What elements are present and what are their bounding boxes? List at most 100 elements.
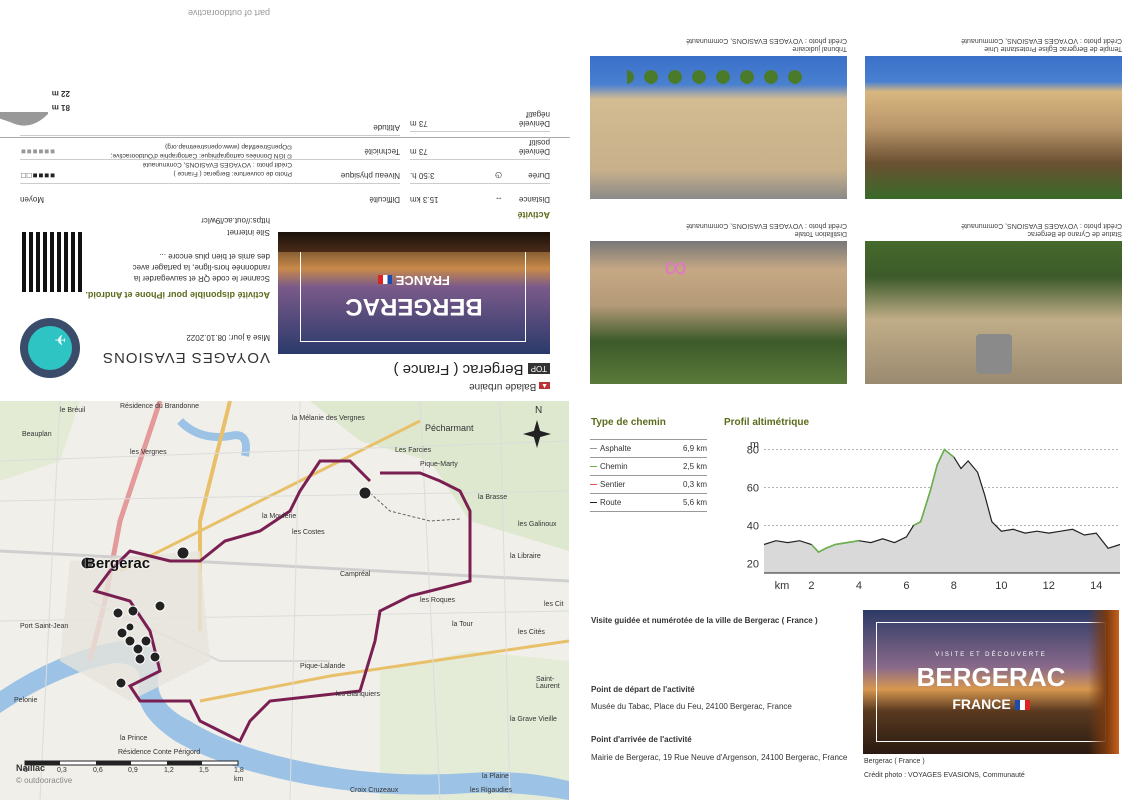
app-heading: Activité disponible pour iPhone et Andro… (85, 290, 270, 300)
cover-photo-city: BERGERAC (916, 662, 1066, 692)
path-row: Sentier 0,3 km (590, 475, 707, 494)
tour-heading: Visite guidée et numérotée de la ville d… (591, 616, 818, 625)
autumn-tree (1088, 610, 1119, 754)
cover-image: BERGERAC FRANCE (278, 232, 550, 354)
descent-row: Dénivelé négatif 73 m (410, 110, 550, 128)
map-label: Pique-Lalande (300, 663, 346, 670)
scale-bar (24, 760, 239, 766)
map-label: la Mélanie des Vergnes (292, 415, 365, 422)
difficulty-row: Difficulté Moyen (20, 183, 400, 204)
scale-label: 0,3 (57, 767, 67, 774)
globe-logo-icon: ✈ (20, 318, 80, 378)
map-label: les Blanquiers (336, 691, 380, 698)
cover-photo-subtitle: VISITE ET DÉCOUVERTE (935, 652, 1047, 658)
cover-panel: ▲ Balade urbaine TOP Bergerac ( France )… (0, 0, 570, 400)
top-badge: TOP (527, 363, 550, 375)
map-label: les Galinoux (518, 521, 557, 528)
cover-panel-rotated: ▲ Balade urbaine TOP Bergerac ( France )… (0, 0, 570, 400)
y-tick-label: 60 (747, 483, 759, 495)
y-axis-label: m (750, 439, 759, 451)
clock-icon: ◷ (494, 171, 502, 180)
photo-caption-cyrano: Statue de Cyrano de Bergerac (1027, 230, 1122, 237)
elevation-title: Profil altimétrique (724, 417, 810, 428)
hiker-icon: ▲ (539, 382, 550, 389)
photo-grid-rotated: Statue de Cyrano de Bergerac Crédit phot… (590, 0, 1122, 392)
org-name: VOYAGES EVASIONS (102, 349, 270, 366)
start-value: Musée du Tabac, Place du Feu, 24100 Berg… (591, 702, 792, 711)
altitude-mini-chart (0, 108, 50, 132)
plane-icon: ✈ (54, 332, 66, 348)
y-tick-label: 40 (747, 521, 759, 533)
map-label: Résidence Conte Périgord (118, 749, 201, 756)
photo-credit-distillation: Crédit photo : VOYAGES EVASIONS, Communa… (686, 222, 847, 229)
alt-min: 22 m (51, 89, 70, 98)
french-flag-icon (1014, 700, 1030, 711)
photo-distillation[interactable]: ∞ (590, 241, 847, 384)
tour-title: TOP Bergerac ( France ) (393, 361, 550, 378)
distance-icon: ↔ (494, 195, 503, 204)
stats-heading: Activité (517, 210, 550, 220)
scale-label: 1,8 (234, 767, 244, 774)
distance-row: Distance ↔ 15.3 km (410, 183, 550, 204)
updated-date: Mise à jour: 08.10.2022 (186, 333, 270, 342)
cover-photo-credit: Crédit photo : VOYAGES EVASIONS, Communa… (864, 772, 1025, 779)
cover-country: FRANCE (278, 273, 550, 288)
cover-photo-bottom[interactable]: VISITE ET DÉCOUVERTE BERGERAC FRANCE (863, 610, 1119, 754)
map-label: Les Farcies (395, 447, 432, 454)
brand-footer: part of outdooractive (187, 8, 270, 18)
website-link[interactable]: https://out.ac/l9wIcr (201, 214, 270, 226)
photo-cyrano-statue[interactable] (865, 241, 1122, 384)
map-label: le Bréuil (60, 407, 86, 414)
map-label: Beauplan (22, 431, 52, 438)
map-label: les Cit (544, 601, 564, 608)
category-label: ▲ Balade urbaine (469, 381, 550, 392)
y-tick-label: 20 (747, 559, 759, 571)
scale-label: 0,9 (128, 767, 138, 774)
map-label: les Cités (518, 629, 545, 636)
website-block: Site internet https://out.ac/l9wIcr (201, 214, 270, 237)
x-tick-label: 6 (903, 580, 909, 592)
map-label: les Costes (292, 529, 325, 536)
map-label: les Rigaudies (470, 787, 513, 794)
map-label: Saint-Laurent (536, 676, 560, 690)
scale-label: 0,6 (93, 767, 103, 774)
elevation-chart: 20406080mkm 2 4 6 8 10 12 14 (747, 439, 1121, 592)
elevation-area (764, 449, 1120, 573)
map-city-label: Bergerac (85, 555, 151, 572)
photo-tribunal[interactable] (590, 56, 847, 199)
photo-caption-distillation: Distillation Totale (794, 230, 847, 237)
photo-credit-tribunal: Crédit photo : VOYAGES EVASIONS, Communa… (686, 37, 847, 44)
x-tick-label: 12 (1043, 580, 1055, 592)
x-tick-label: 14 (1090, 580, 1102, 592)
map-label: Croix Cruzeaux (350, 787, 399, 794)
ascent-row: Dénivelé positif 73 m (410, 131, 550, 159)
photo-caption-temple: Temple de Bergerac Eglise Protestante Un… (984, 45, 1122, 52)
photo-credit-temple: Crédit photo : VOYAGES EVASIONS, Communa… (961, 37, 1122, 44)
map-svg (0, 401, 569, 800)
photo-caption-tribunal: Tribunal judiciaire (792, 45, 847, 52)
map-label: les Vergnes (130, 449, 167, 456)
map-label: la Prince (120, 735, 148, 742)
qr-code-icon[interactable] (22, 232, 82, 292)
map-label: Campréal (340, 571, 371, 578)
credits: Photo de couverture: Bergerac ( France )… (110, 143, 292, 177)
scale-label: 1,5 (199, 767, 209, 774)
photo-temple[interactable] (865, 56, 1122, 199)
path-row: Route 5,6 km (590, 493, 707, 512)
x-tick-label: 10 (995, 580, 1007, 592)
cover-photo-country: FRANCE (863, 696, 1119, 712)
x-tick-label: 8 (951, 580, 957, 592)
stats-left: Distance ↔ 15.3 km Durée ◷ 3:50 h. Déniv… (410, 104, 550, 204)
cover-photo-caption: Bergerac ( France ) (864, 758, 925, 765)
map-label: Pelonie (14, 697, 38, 704)
x-axis-label: km (775, 580, 790, 592)
path-row: Asphalte 6,9 km (590, 439, 707, 458)
map-label: la Plaine (482, 773, 509, 780)
photo-credit-cyrano: Crédit photo : VOYAGES EVASIONS, Communa… (961, 222, 1122, 229)
path-types-table: Asphalte 6,9 km Chemin 2,5 km Sentier 0,3 k… (590, 439, 707, 512)
map-label: Résidence du Brandonne (120, 403, 200, 410)
end-label: Point d'arrivée de l'activité (591, 735, 692, 744)
route-map[interactable]: N Bergerac Pécharmant Les Farcies Pique-… (0, 401, 569, 800)
photo-grid: Statue de Cyrano de Bergerac Crédit phot… (590, 0, 1122, 392)
scale-label: 1,2 (164, 767, 174, 774)
